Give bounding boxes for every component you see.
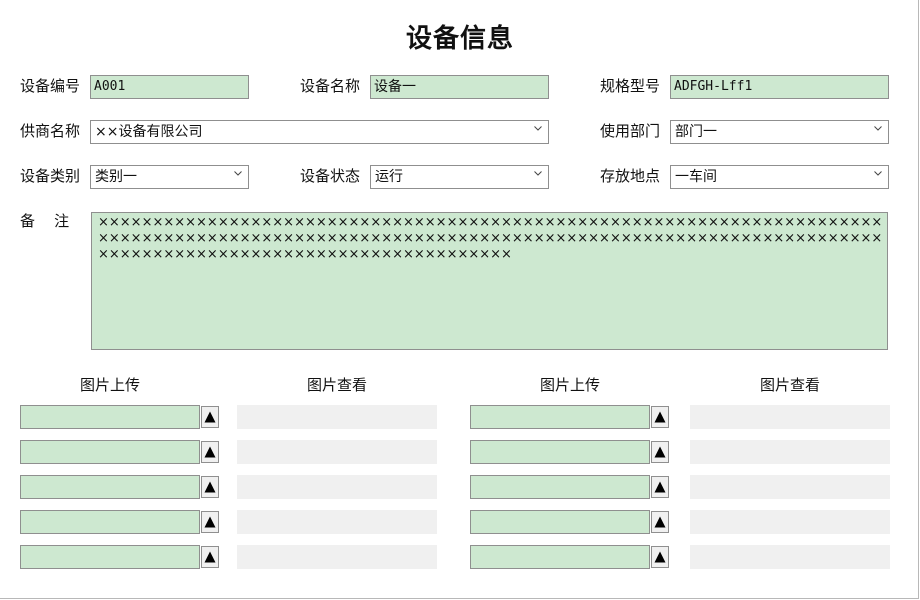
- image-view-box-left-1: [237, 405, 437, 429]
- upload-button-right-4[interactable]: [651, 511, 669, 533]
- triangle-up-icon: [204, 481, 216, 493]
- chevron-down-icon: [534, 171, 542, 176]
- upload-path-field-right-4[interactable]: [470, 510, 650, 534]
- upload-button-left-2[interactable]: [201, 441, 219, 463]
- label-status: 设备状态: [300, 167, 361, 185]
- triangle-up-icon: [204, 446, 216, 458]
- triangle-up-icon: [204, 411, 216, 423]
- location-value: 一车间: [675, 169, 717, 185]
- label-spec: 规格型号: [600, 77, 661, 95]
- department-select[interactable]: 部门一: [670, 120, 889, 144]
- label-equip-name: 设备名称: [300, 77, 361, 95]
- upload-path-field-left-1[interactable]: [20, 405, 200, 429]
- triangle-up-icon: [204, 516, 216, 528]
- supplier-value: ××设备有限公司: [95, 124, 203, 140]
- chevron-down-icon: [534, 126, 542, 131]
- upload-button-left-4[interactable]: [201, 511, 219, 533]
- page-title: 设备信息: [405, 24, 514, 54]
- upload-path-field-left-3[interactable]: [20, 475, 200, 499]
- upload-path-field-left-5[interactable]: [20, 545, 200, 569]
- triangle-up-icon: [654, 551, 666, 563]
- upload-path-field-right-1[interactable]: [470, 405, 650, 429]
- triangle-up-icon: [654, 481, 666, 493]
- image-view-box-right-1: [690, 405, 890, 429]
- label-remark: 备 注: [20, 212, 70, 230]
- category-select[interactable]: 类别一: [90, 165, 249, 189]
- image-view-box-left-5: [237, 545, 437, 569]
- upload-path-field-right-2[interactable]: [470, 440, 650, 464]
- image-view-box-right-2: [690, 440, 890, 464]
- label-supplier: 供商名称: [20, 122, 81, 140]
- image-view-box-right-5: [690, 545, 890, 569]
- image-view-box-right-4: [690, 510, 890, 534]
- location-select[interactable]: 一车间: [670, 165, 889, 189]
- remark-textarea[interactable]: ××××××××××××××××××××××××××××××××××××××××…: [91, 212, 888, 350]
- triangle-up-icon: [654, 446, 666, 458]
- upload-header-left: 图片上传: [79, 376, 140, 394]
- upload-button-left-5[interactable]: [201, 546, 219, 568]
- category-value: 类别一: [95, 169, 137, 185]
- upload-path-field-left-4[interactable]: [20, 510, 200, 534]
- chevron-down-icon: [234, 171, 242, 176]
- upload-button-right-1[interactable]: [651, 406, 669, 428]
- view-header-right: 图片查看: [759, 376, 820, 394]
- status-value: 运行: [375, 169, 403, 185]
- triangle-up-icon: [654, 411, 666, 423]
- spec-field[interactable]: ADFGH-Lff1: [670, 75, 889, 99]
- triangle-up-icon: [204, 551, 216, 563]
- label-category: 设备类别: [20, 167, 81, 185]
- equip-name-field[interactable]: 设备一: [370, 75, 549, 99]
- label-location: 存放地点: [600, 167, 661, 185]
- chevron-down-icon: [874, 171, 882, 176]
- image-view-box-right-3: [690, 475, 890, 499]
- image-view-box-left-3: [237, 475, 437, 499]
- status-select[interactable]: 运行: [370, 165, 549, 189]
- label-equip-no: 设备编号: [20, 77, 81, 95]
- image-view-box-left-4: [237, 510, 437, 534]
- label-department: 使用部门: [600, 122, 661, 140]
- upload-button-right-5[interactable]: [651, 546, 669, 568]
- equip-no-field[interactable]: A001: [90, 75, 249, 99]
- department-value: 部门一: [675, 124, 717, 140]
- upload-path-field-left-2[interactable]: [20, 440, 200, 464]
- upload-path-field-right-5[interactable]: [470, 545, 650, 569]
- triangle-up-icon: [654, 516, 666, 528]
- upload-button-left-3[interactable]: [201, 476, 219, 498]
- upload-button-right-3[interactable]: [651, 476, 669, 498]
- chevron-down-icon: [874, 126, 882, 131]
- upload-header-right: 图片上传: [539, 376, 600, 394]
- supplier-select[interactable]: ××设备有限公司: [90, 120, 549, 144]
- view-header-left: 图片查看: [306, 376, 367, 394]
- image-view-box-left-2: [237, 440, 437, 464]
- upload-button-left-1[interactable]: [201, 406, 219, 428]
- upload-button-right-2[interactable]: [651, 441, 669, 463]
- upload-path-field-right-3[interactable]: [470, 475, 650, 499]
